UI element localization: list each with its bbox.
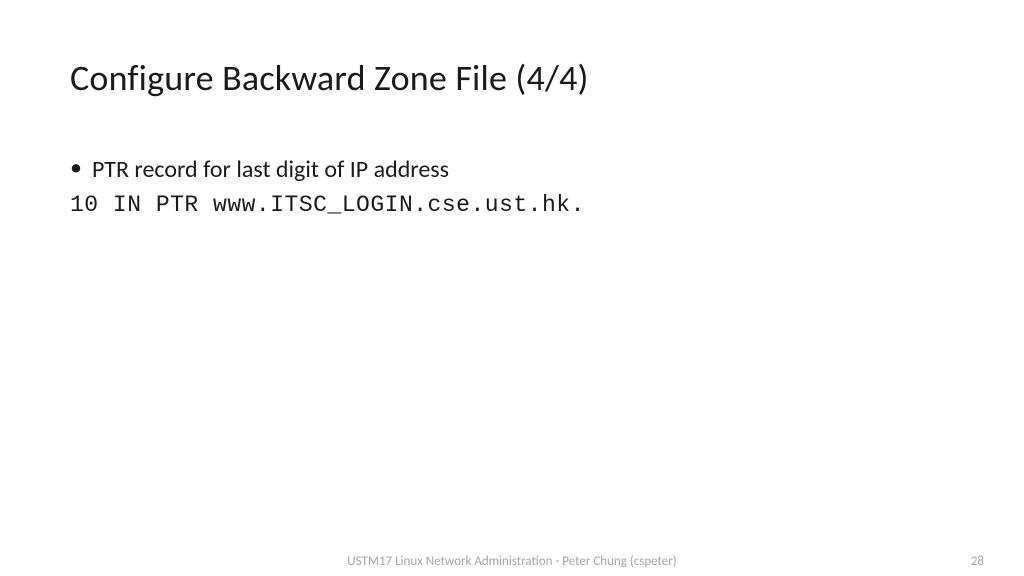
bullet-item: • PTR record for last digit of IP addres… xyxy=(70,155,954,184)
slide-content: • PTR record for last digit of IP addres… xyxy=(70,155,954,218)
bullet-text: PTR record for last digit of IP address xyxy=(92,155,449,184)
page-number: 28 xyxy=(971,554,984,569)
code-line: 10 IN PTR www.ITSC_LOGIN.cse.ust.hk. xyxy=(70,192,954,218)
slide-title: Configure Backward Zone File (4/4) xyxy=(70,56,589,100)
bullet-marker: • xyxy=(70,156,82,180)
footer-text: USTM17 Linux Network Administration - Pe… xyxy=(347,554,676,569)
